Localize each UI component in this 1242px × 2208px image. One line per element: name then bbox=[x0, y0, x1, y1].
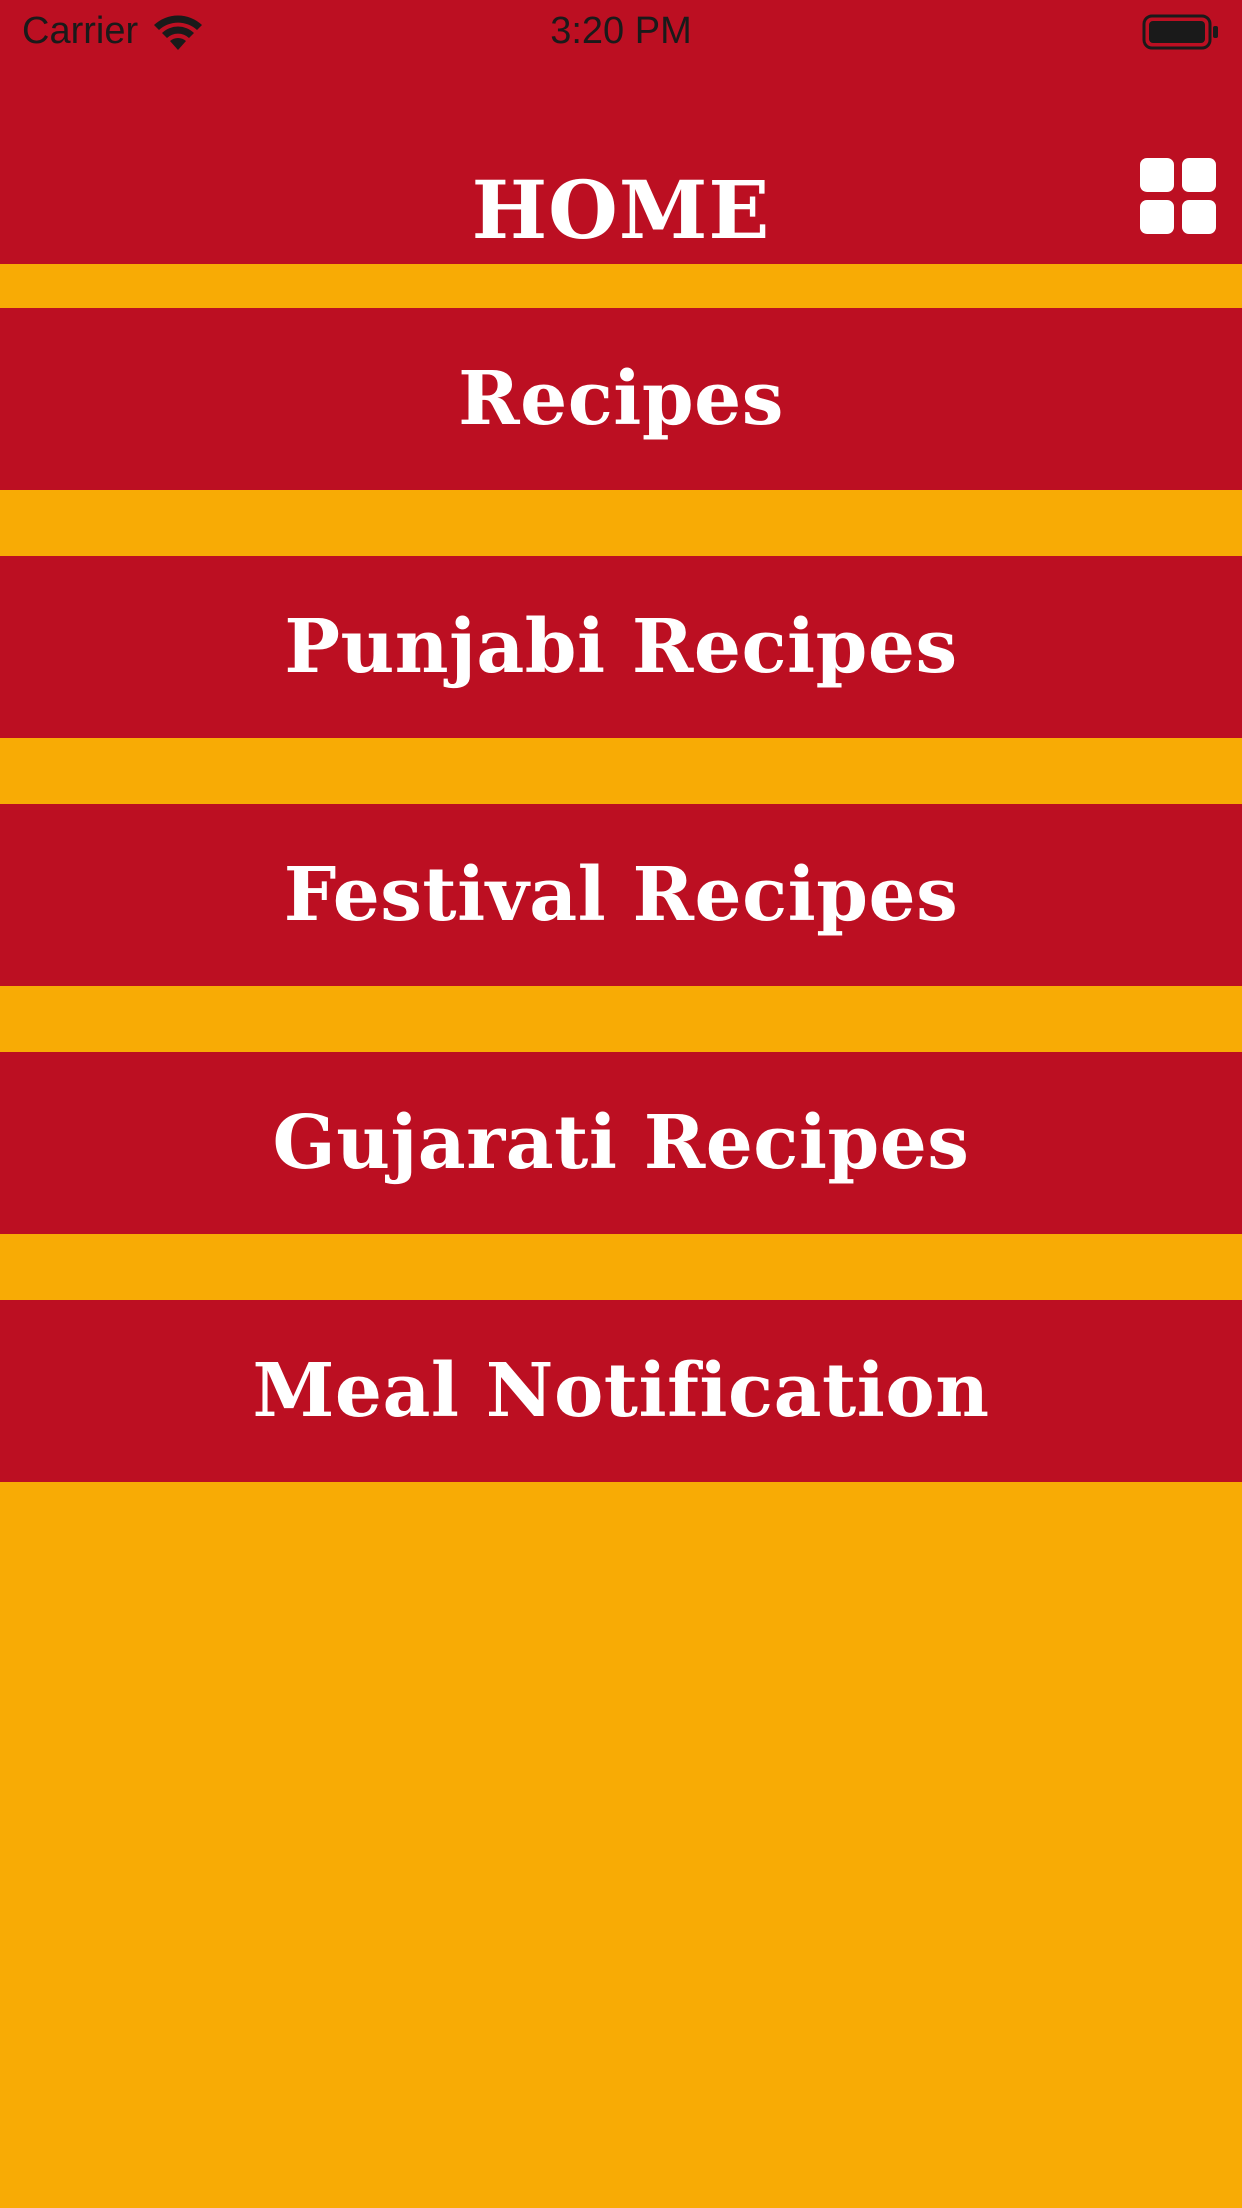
menu-item-label: Recipes bbox=[458, 356, 784, 442]
status-time: 3:20 PM bbox=[550, 10, 692, 52]
menu-item-punjabi-recipes[interactable]: Punjabi Recipes bbox=[0, 556, 1242, 738]
grid-icon[interactable] bbox=[1140, 158, 1216, 234]
menu-item-label: Meal Notification bbox=[252, 1348, 990, 1434]
page-title: HOME bbox=[471, 163, 771, 257]
battery-icon bbox=[1142, 14, 1218, 50]
menu-item-recipes[interactable]: Recipes bbox=[0, 308, 1242, 490]
navigation-bar: Carrier 3:20 PM HOME bbox=[0, 0, 1242, 264]
menu-item-label: Punjabi Recipes bbox=[284, 604, 958, 690]
menu-item-festival-recipes[interactable]: Festival Recipes bbox=[0, 804, 1242, 986]
menu-item-gujarati-recipes[interactable]: Gujarati Recipes bbox=[0, 1052, 1242, 1234]
status-bar: Carrier 3:20 PM bbox=[0, 0, 1242, 68]
menu-item-meal-notification[interactable]: Meal Notification bbox=[0, 1300, 1242, 1482]
menu-item-label: Gujarati Recipes bbox=[272, 1100, 970, 1186]
menu-item-label: Festival Recipes bbox=[283, 852, 959, 938]
